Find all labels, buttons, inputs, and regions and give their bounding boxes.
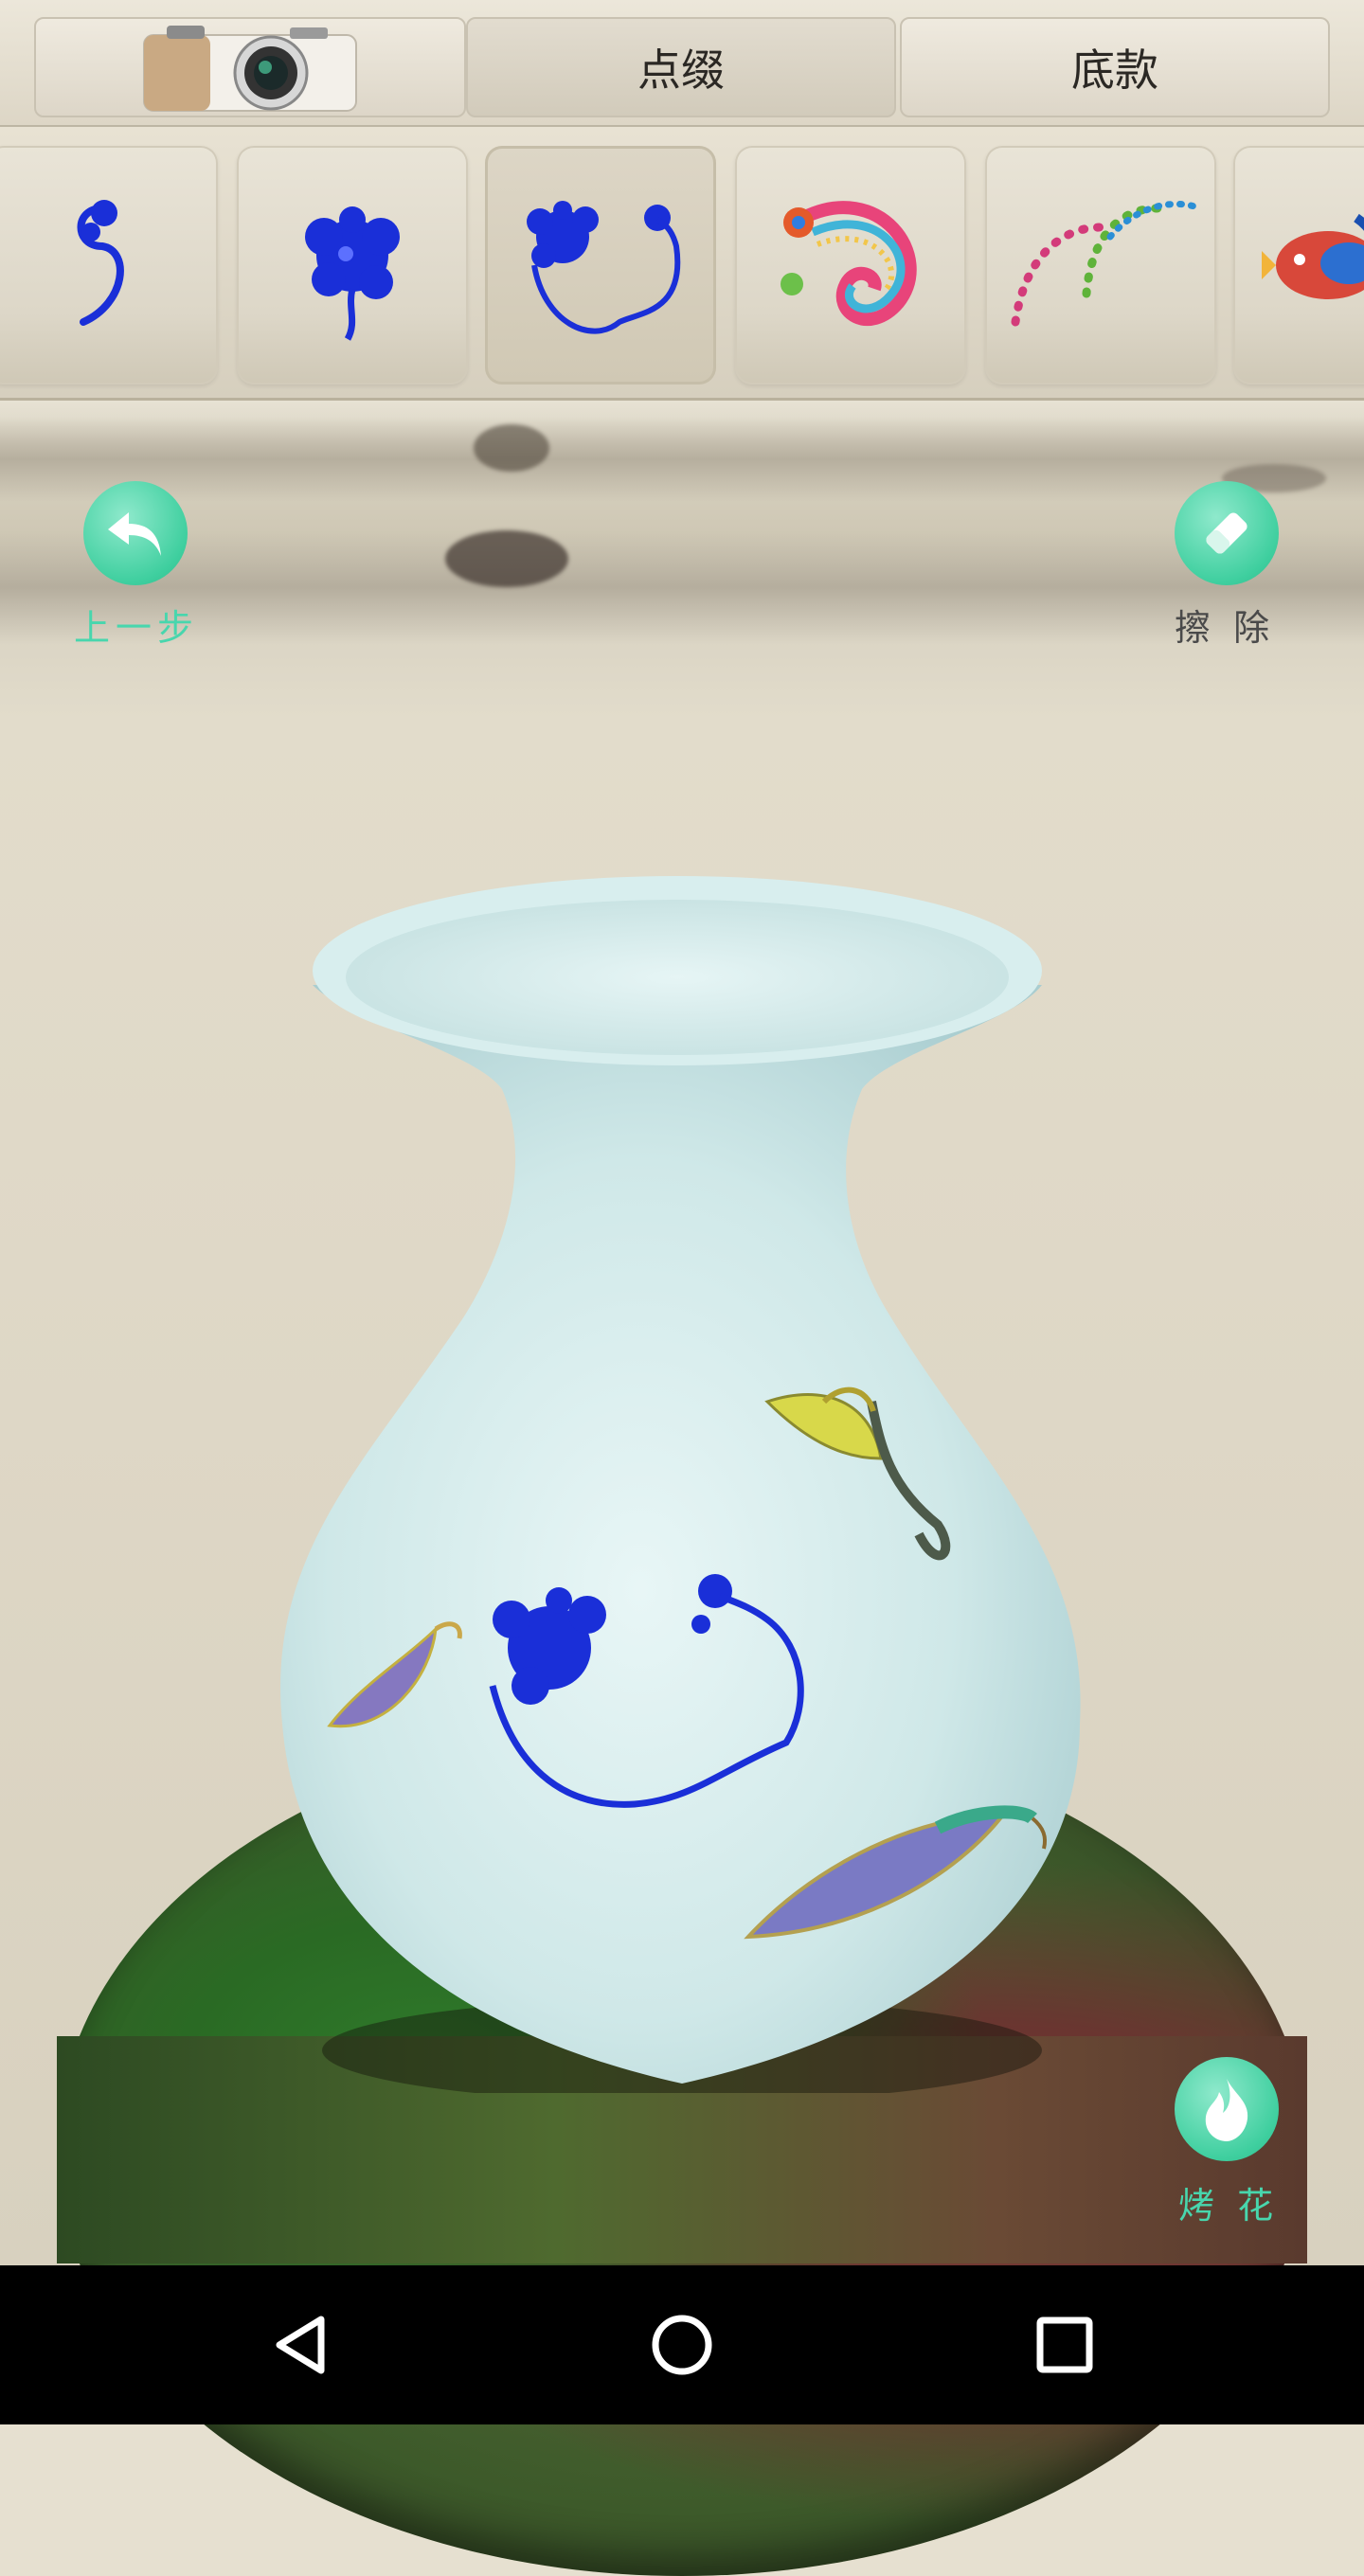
camera-icon — [138, 22, 362, 113]
recents-icon[interactable] — [1027, 2307, 1103, 2383]
tab-dikuan[interactable]: 底款 — [900, 17, 1330, 117]
porcelain-vase[interactable] — [275, 871, 1089, 2102]
tab-label: 底款 — [1071, 45, 1158, 96]
dotted-arc-icon — [1011, 200, 1204, 327]
tab-label: 点缀 — [637, 45, 725, 96]
undo-arrow-icon — [108, 512, 161, 556]
pattern-strip — [0, 127, 1364, 401]
pattern-tile[interactable] — [0, 146, 218, 385]
tab-camera[interactable] — [34, 17, 466, 117]
pattern-tile[interactable] — [237, 146, 468, 385]
bake-label[interactable]: 烤 花 — [1178, 2176, 1279, 2228]
system-navigation-bar — [0, 2265, 1364, 2424]
flame-icon — [1205, 2079, 1248, 2141]
tree-reflection — [445, 530, 568, 587]
blue-scroll-small-icon — [77, 200, 124, 326]
mist-band — [0, 417, 1364, 502]
pattern-tile-selected[interactable] — [485, 146, 716, 385]
mist-band — [0, 530, 1364, 644]
home-icon[interactable] — [644, 2307, 720, 2383]
pattern-tile[interactable] — [735, 146, 966, 385]
bake-button[interactable] — [1175, 2057, 1279, 2161]
blue-flower-icon — [305, 206, 400, 341]
pattern-tile[interactable] — [985, 146, 1216, 385]
undo-label[interactable]: 上一步 — [74, 599, 199, 651]
erase-label[interactable]: 擦 除 — [1175, 599, 1275, 651]
erase-button[interactable] — [1175, 481, 1279, 585]
blue-flower-scroll-icon — [527, 201, 681, 334]
eraser-icon — [1206, 512, 1247, 554]
pattern-tile[interactable] — [1233, 146, 1364, 385]
fish-pattern-icon — [1262, 213, 1364, 299]
colorful-paisley-icon — [781, 201, 917, 327]
undo-button[interactable] — [83, 481, 188, 585]
top-tab-bar: 点缀 底款 — [0, 0, 1364, 127]
back-icon[interactable] — [261, 2307, 337, 2383]
distant-tree — [474, 424, 549, 472]
tab-dianzhui[interactable]: 点缀 — [466, 17, 896, 117]
